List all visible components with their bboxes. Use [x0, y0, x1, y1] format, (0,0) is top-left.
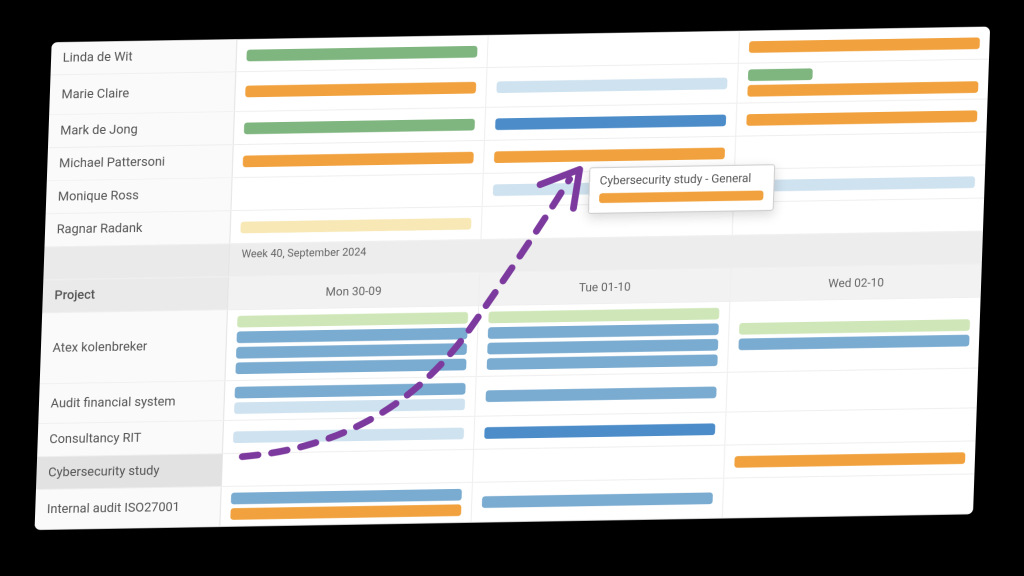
day-cell[interactable] [225, 306, 478, 380]
day-cell[interactable] [476, 302, 730, 376]
task-bar[interactable] [231, 489, 462, 505]
day-cell[interactable] [484, 104, 736, 140]
task-bar[interactable] [244, 118, 475, 134]
task-bar[interactable] [734, 452, 965, 468]
task-tooltip: Cybersecurity study - General [588, 164, 775, 214]
day-cell[interactable] [224, 377, 476, 420]
task-bar[interactable] [484, 423, 715, 439]
task-bar[interactable] [739, 319, 970, 335]
day-header[interactable]: Mon 30-09 [228, 273, 479, 309]
task-bar[interactable] [746, 110, 977, 126]
task-bar[interactable] [233, 427, 464, 443]
project-label[interactable]: Audit financial system [38, 381, 225, 423]
task-bar[interactable] [237, 328, 468, 344]
day-cell[interactable] [727, 298, 981, 372]
task-bar[interactable] [237, 312, 468, 328]
day-cell[interactable] [220, 483, 472, 526]
day-cell[interactable] [473, 413, 725, 449]
task-bar[interactable] [236, 343, 467, 359]
day-cell[interactable] [222, 450, 473, 486]
task-bar[interactable] [482, 492, 713, 508]
week-header-side [43, 244, 230, 279]
day-cell[interactable] [230, 207, 481, 243]
project-row: Atex kolenbreker [40, 298, 981, 385]
person-label[interactable]: Ragnar Radank [45, 211, 232, 246]
task-bar[interactable] [230, 504, 461, 520]
task-bar[interactable] [495, 114, 726, 130]
task-bar[interactable] [486, 387, 717, 403]
task-tooltip-label: Cybersecurity study - General [600, 171, 765, 187]
task-bar[interactable] [235, 359, 466, 375]
task-bar[interactable] [488, 323, 719, 339]
person-label[interactable]: Linda de Wit [51, 39, 238, 74]
day-cell[interactable] [236, 35, 487, 71]
day-cell[interactable] [474, 373, 727, 416]
task-bar[interactable] [747, 81, 978, 97]
project-label[interactable]: Atex kolenbreker [40, 310, 228, 383]
project-header-label: Project [42, 277, 229, 312]
task-tooltip-bar [599, 191, 764, 203]
task-bar[interactable] [240, 217, 471, 233]
task-bar[interactable] [243, 151, 474, 167]
task-bar[interactable] [245, 82, 476, 98]
day-cell[interactable] [736, 60, 989, 103]
planner-panel: Linda de WitMarie ClaireMark de JongMich… [35, 27, 991, 530]
person-label[interactable]: Monique Ross [46, 178, 233, 213]
task-bar[interactable] [246, 45, 477, 61]
task-bar[interactable] [235, 383, 466, 399]
project-label[interactable]: Internal audit ISO27001 [35, 487, 222, 529]
task-bar[interactable] [496, 78, 727, 94]
task-bar[interactable] [494, 147, 725, 163]
day-cell[interactable] [485, 64, 738, 107]
task-bar[interactable] [749, 37, 980, 53]
task-bar[interactable] [234, 398, 465, 414]
task-bar[interactable] [744, 176, 975, 192]
day-header[interactable]: Wed 02-10 [729, 265, 981, 301]
day-cell[interactable] [487, 31, 739, 67]
day-cell[interactable] [223, 417, 474, 453]
day-header[interactable]: Tue 01-10 [478, 269, 730, 305]
task-bar[interactable] [748, 68, 813, 81]
task-bar[interactable] [488, 308, 719, 324]
day-cell[interactable] [231, 174, 482, 210]
task-bar[interactable] [487, 339, 718, 355]
task-bar[interactable] [487, 354, 718, 370]
